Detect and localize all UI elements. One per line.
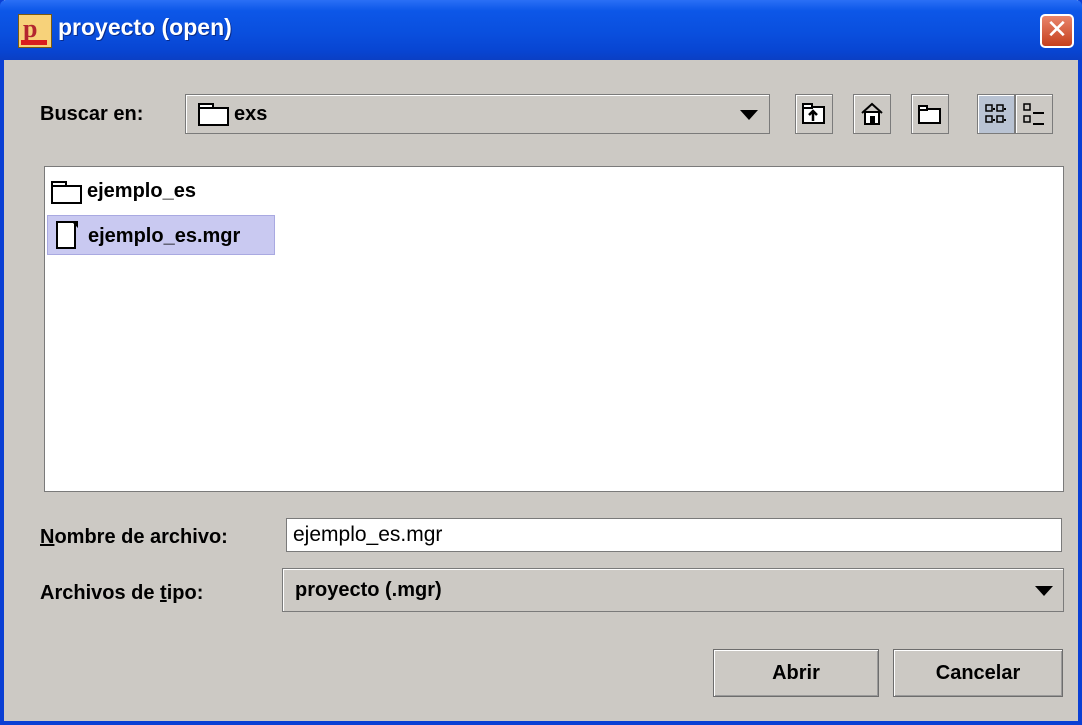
filetype-label-start: Archivos de	[40, 582, 161, 604]
home-icon	[854, 95, 890, 133]
filename-label-mnemonic: N	[40, 526, 55, 548]
filetype-label-end: ipo:	[166, 582, 204, 604]
file-name: ejemplo_es	[87, 180, 196, 202]
chevron-down-icon[interactable]	[740, 110, 758, 120]
filetype-value: proyecto (.mgr)	[295, 579, 442, 601]
file-icon	[56, 221, 78, 249]
filename-input[interactable]	[289, 521, 1065, 549]
cancel-button[interactable]: Cancelar	[893, 649, 1063, 697]
list-view-icon	[978, 95, 1014, 133]
filetype-label: Archivos de tipo:	[40, 582, 203, 605]
look-in-value: exs	[234, 103, 268, 125]
folder-icon	[51, 181, 82, 204]
new-folder-button[interactable]	[911, 94, 949, 134]
close-button[interactable]: ✕	[1040, 14, 1074, 48]
file-chooser-dialog: p proyecto (open) ✕ Buscar en: exs ejemp…	[0, 0, 1082, 725]
file-list[interactable]: ejemplo_es ejemplo_es.mgr	[44, 166, 1064, 492]
chevron-down-icon[interactable]	[1035, 586, 1053, 596]
look-in-combo[interactable]: exs	[185, 94, 770, 134]
file-name: ejemplo_es.mgr	[88, 225, 241, 247]
filename-label: Nombre de archivo:	[40, 526, 228, 549]
window-title: proyecto (open)	[58, 14, 232, 40]
open-button[interactable]: Abrir	[713, 649, 879, 697]
details-view-icon	[1016, 95, 1052, 133]
up-one-level-button[interactable]	[795, 94, 833, 134]
look-in-label: Buscar en:	[40, 103, 144, 125]
new-folder-icon	[912, 95, 948, 133]
home-button[interactable]	[853, 94, 891, 134]
details-view-button[interactable]	[1015, 94, 1053, 134]
folder-up-icon	[796, 95, 832, 133]
list-item[interactable]: ejemplo_es.mgr	[47, 215, 275, 255]
list-view-button[interactable]	[977, 94, 1015, 134]
filetype-label-mnemonic: t	[160, 582, 167, 604]
folder-icon	[198, 103, 229, 126]
title-bar[interactable]: p proyecto (open) ✕	[0, 0, 1082, 60]
filename-label-text: ombre de archivo:	[54, 526, 228, 548]
filetype-combo[interactable]: proyecto (.mgr)	[282, 568, 1064, 612]
list-item[interactable]: ejemplo_es	[47, 171, 247, 211]
filename-field[interactable]	[286, 518, 1065, 552]
app-icon: p	[18, 14, 52, 48]
